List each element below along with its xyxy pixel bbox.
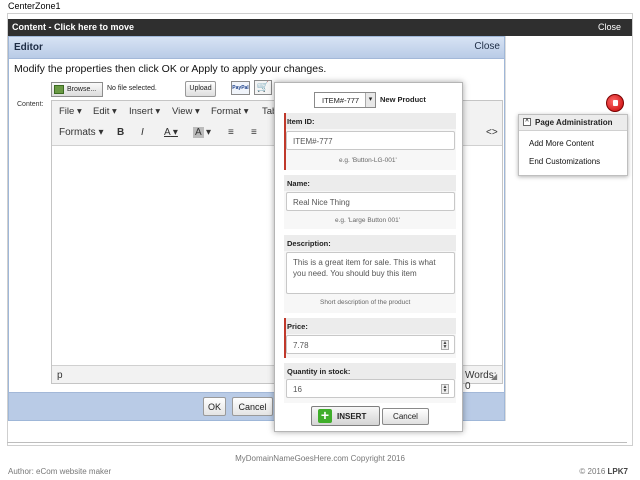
menu-view[interactable]: View ▾ bbox=[172, 106, 200, 117]
description-textarea[interactable]: This is a great item for sale. This is w… bbox=[286, 252, 455, 294]
content-title-bar[interactable]: Content - Click here to move Close bbox=[8, 19, 632, 36]
browse-label: Browse... bbox=[67, 86, 97, 93]
editor-instructions: Modify the properties then click OK or A… bbox=[14, 63, 327, 75]
menu-format[interactable]: Format ▾ bbox=[211, 106, 249, 117]
product-dialog: ITEM#-777 ▾ New Product Item ID: ITEM#-7… bbox=[274, 82, 463, 432]
ok-button[interactable]: OK bbox=[203, 397, 226, 416]
spinner-icon[interactable]: ▲ ▼ bbox=[441, 384, 449, 394]
quantity-input[interactable]: 16 ▲ ▼ bbox=[286, 379, 455, 398]
footer-copyright: MyDomainNameGoesHere.com Copyright 2016 bbox=[235, 454, 405, 463]
editor-cancel-button[interactable]: Cancel bbox=[232, 397, 273, 416]
bg-color-dropdown-icon[interactable]: ▾ bbox=[206, 127, 211, 138]
page-admin-header[interactable]: ^ Page Administration bbox=[519, 115, 627, 131]
name-label: Name: bbox=[284, 175, 456, 191]
footer-year: © 2016 bbox=[579, 467, 606, 476]
resize-handle-icon[interactable]: ◢ bbox=[491, 372, 497, 381]
price-label: Price: bbox=[284, 318, 456, 334]
source-code-button[interactable]: <> bbox=[486, 127, 498, 138]
item-id-label: Item ID: bbox=[284, 113, 456, 129]
new-product-link[interactable]: New Product bbox=[380, 95, 426, 104]
dialog-cancel-button[interactable]: Cancel bbox=[382, 408, 429, 425]
right-panel bbox=[505, 36, 626, 421]
editor-title: Editor bbox=[14, 42, 43, 53]
content-bar-close[interactable]: Close bbox=[598, 22, 621, 32]
align-left-icon[interactable]: ≡ bbox=[228, 127, 234, 138]
footer-divider bbox=[7, 442, 627, 443]
insert-label: INSERT bbox=[337, 412, 367, 421]
cart-icon[interactable]: 🛒 bbox=[254, 80, 272, 95]
file-status: No file selected. bbox=[107, 85, 157, 92]
menu-edit[interactable]: Edit ▾ bbox=[93, 106, 117, 117]
browse-button[interactable]: Browse... bbox=[51, 82, 103, 97]
end-customizations-link[interactable]: End Customizations bbox=[529, 157, 600, 166]
description-label: Description: bbox=[284, 235, 456, 251]
quantity-value: 16 bbox=[293, 385, 302, 394]
description-hint: Short description of the product bbox=[320, 299, 411, 306]
item-id-hint: e.g. 'Button-LG-001' bbox=[339, 157, 397, 164]
menu-insert[interactable]: Insert ▾ bbox=[129, 106, 160, 117]
name-hint: e.g. 'Large Button 001' bbox=[335, 217, 401, 224]
formats-dropdown[interactable]: Formats ▾ bbox=[59, 127, 103, 138]
image-icon bbox=[54, 85, 64, 94]
item-select-value: ITEM#-777 bbox=[322, 96, 360, 105]
plus-icon: + bbox=[318, 408, 332, 423]
chevron-down-icon[interactable]: ▾ bbox=[365, 93, 375, 107]
price-input[interactable]: 7.78 ▲ ▼ bbox=[286, 335, 455, 354]
italic-button[interactable]: I bbox=[141, 127, 144, 138]
insert-button[interactable]: + INSERT bbox=[311, 406, 380, 426]
price-value: 7.78 bbox=[293, 341, 309, 350]
upload-button[interactable]: Upload bbox=[185, 81, 216, 97]
page-admin-panel: ^ Page Administration Add More Content E… bbox=[518, 114, 628, 176]
footer-brand: © 2016 LPK7 bbox=[579, 467, 628, 476]
item-id-input[interactable]: ITEM#-777 bbox=[286, 131, 455, 150]
name-input[interactable]: Real Nice Thing bbox=[286, 192, 455, 211]
background-color-button[interactable]: A bbox=[193, 127, 204, 138]
spinner-icon[interactable]: ▲ ▼ bbox=[441, 340, 449, 350]
content-bar-title[interactable]: Content - Click here to move bbox=[12, 22, 134, 32]
paypal-icon[interactable]: PayPal bbox=[231, 81, 250, 95]
add-more-content-link[interactable]: Add More Content bbox=[529, 139, 594, 148]
editor-header: Editor Close bbox=[9, 37, 504, 59]
page-admin-icon[interactable] bbox=[606, 94, 624, 112]
zone-label: CenterZone1 bbox=[8, 1, 61, 11]
font-color-button[interactable]: A ▾ bbox=[164, 127, 178, 138]
menu-file[interactable]: File ▾ bbox=[59, 106, 82, 117]
element-path[interactable]: p bbox=[57, 370, 63, 381]
bold-button[interactable]: B bbox=[117, 127, 124, 138]
quantity-label: Quantity in stock: bbox=[284, 363, 456, 379]
footer-author: Author: eCom website maker bbox=[8, 467, 112, 476]
page-admin-title: Page Administration bbox=[535, 118, 613, 127]
content-field-label: Content: bbox=[17, 101, 44, 108]
align-center-icon[interactable]: ≡ bbox=[251, 127, 257, 138]
item-select[interactable]: ITEM#-777 ▾ bbox=[314, 92, 376, 108]
collapse-icon[interactable]: ^ bbox=[523, 118, 531, 126]
editor-close-link[interactable]: Close bbox=[474, 41, 500, 52]
footer-brand-name[interactable]: LPK7 bbox=[608, 467, 628, 476]
